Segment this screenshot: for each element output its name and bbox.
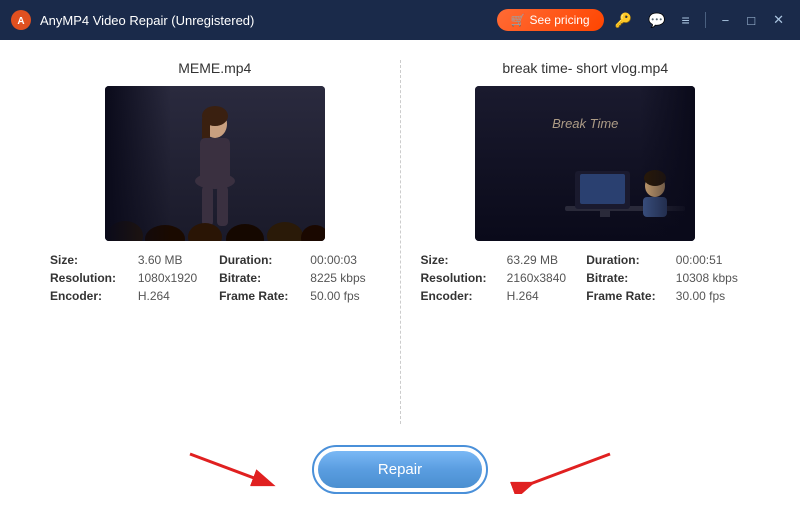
left-arrow-icon: [180, 444, 310, 494]
title-bar: A AnyMP4 Video Repair (Unregistered) 🛒 S…: [0, 0, 800, 40]
videos-row: MEME.mp4: [30, 60, 770, 424]
menu-icon-button[interactable]: ≡: [676, 10, 694, 30]
right-resolution-value: 2160x3840: [507, 271, 579, 285]
main-content: MEME.mp4: [0, 40, 800, 524]
app-title: AnyMP4 Video Repair (Unregistered): [40, 13, 497, 28]
left-framerate-value: 50.00 fps: [310, 289, 379, 303]
left-resolution-label: Resolution:: [50, 271, 130, 285]
right-duration-label: Duration:: [586, 253, 668, 267]
right-arrow-icon: [490, 444, 620, 494]
title-divider: [705, 12, 706, 28]
key-icon-button[interactable]: 🔑: [610, 10, 637, 31]
svg-text:A: A: [17, 16, 24, 27]
left-resolution-value: 1080x1920: [138, 271, 211, 285]
right-size-label: Size:: [421, 253, 499, 267]
app-logo-icon: A: [10, 9, 32, 31]
right-bitrate-value: 10308 kbps: [676, 271, 750, 285]
left-size-label: Size:: [50, 253, 130, 267]
repair-button-container: Repair: [312, 445, 488, 494]
title-actions: 🛒 See pricing 🔑 💬 ≡ − □ ✕: [497, 9, 790, 31]
right-framerate-value: 30.00 fps: [676, 289, 750, 303]
left-framerate-label: Frame Rate:: [219, 289, 302, 303]
chat-icon-button[interactable]: 💬: [643, 10, 670, 31]
left-duration-value: 00:00:03: [310, 253, 379, 267]
left-video-panel: MEME.mp4: [30, 60, 401, 424]
left-video-thumbnail: [105, 86, 325, 241]
right-framerate-label: Frame Rate:: [586, 289, 668, 303]
left-encoder-label: Encoder:: [50, 289, 130, 303]
right-resolution-label: Resolution:: [421, 271, 499, 285]
left-video-info: Size: 3.60 MB Duration: 00:00:03 Resolut…: [50, 253, 380, 303]
left-bitrate-value: 8225 kbps: [310, 271, 379, 285]
right-size-value: 63.29 MB: [507, 253, 579, 267]
left-encoder-value: H.264: [138, 289, 211, 303]
right-duration-value: 00:00:51: [676, 253, 750, 267]
right-video-title: break time- short vlog.mp4: [421, 60, 751, 76]
see-pricing-button[interactable]: 🛒 See pricing: [497, 9, 604, 31]
cart-icon: 🛒: [511, 13, 526, 27]
left-size-value: 3.60 MB: [138, 253, 211, 267]
right-video-bg: Break Time: [475, 86, 695, 241]
right-video-thumbnail: Break Time: [475, 86, 695, 241]
right-bitrate-label: Bitrate:: [586, 271, 668, 285]
break-time-overlay: Break Time: [552, 116, 618, 131]
left-video-title: MEME.mp4: [50, 60, 380, 76]
right-encoder-value: H.264: [507, 289, 579, 303]
left-video-bg: [105, 86, 325, 241]
left-duration-label: Duration:: [219, 253, 302, 267]
repair-button[interactable]: Repair: [318, 451, 482, 488]
pricing-label: See pricing: [530, 13, 590, 27]
minimize-button[interactable]: −: [716, 11, 736, 30]
left-bitrate-label: Bitrate:: [219, 271, 302, 285]
right-video-panel: break time- short vlog.mp4 Break Time: [401, 60, 771, 424]
right-encoder-label: Encoder:: [421, 289, 499, 303]
close-button[interactable]: ✕: [767, 10, 790, 30]
bottom-section: Repair: [30, 434, 770, 504]
right-video-info: Size: 63.29 MB Duration: 00:00:51 Resolu…: [421, 253, 751, 303]
maximize-button[interactable]: □: [741, 11, 761, 30]
